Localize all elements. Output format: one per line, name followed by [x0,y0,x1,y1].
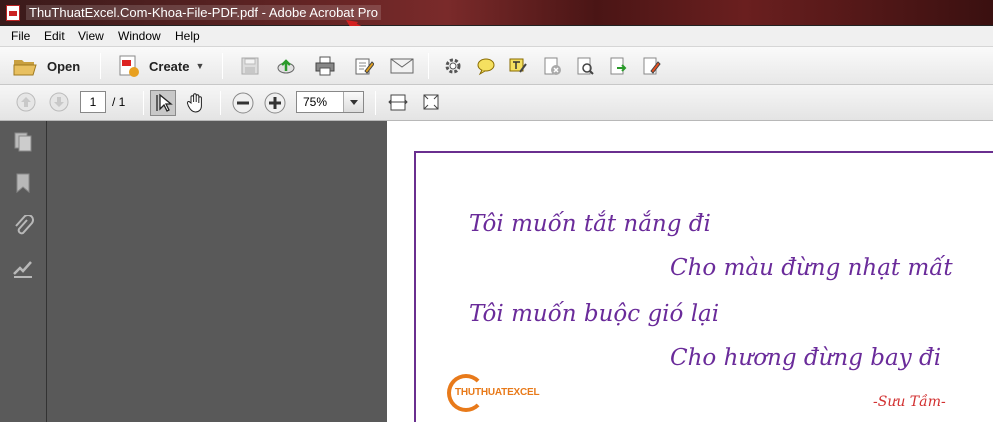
edit-document-icon[interactable] [354,56,374,76]
signatures-icon[interactable] [12,258,34,280]
cloud-upload-icon[interactable] [276,56,296,76]
document-background [47,121,387,422]
document-page[interactable]: Tôi muốn tắt nắng đi Cho màu đừng nhạt m… [387,121,993,422]
thuthuatexcel-logo: THUTHUATEXCEL [447,374,540,414]
create-pdf-icon [119,55,139,77]
menu-window[interactable]: Window [118,29,161,43]
poem-line-4: Cho hương đừng bay đi [670,345,942,371]
toolbar-separator [143,91,144,115]
settings-gear-icon[interactable] [443,56,463,76]
zoom-value: 75% [303,95,328,109]
poem-line-1: Tôi muốn tắt nắng đi [469,211,711,237]
acrobat-window: ThuThuatExcel.Com-Khoa-File-PDF.pdf - Ad… [0,0,993,422]
window-title: ThuThuatExcel.Com-Khoa-File-PDF.pdf - Ad… [26,5,381,20]
next-page-icon[interactable] [49,92,69,112]
toolbar-separator [220,91,221,115]
page-thumbnails-icon[interactable] [12,131,34,153]
zoom-out-icon[interactable] [232,92,254,114]
full-screen-icon[interactable] [421,92,441,112]
create-dropdown-icon: ▼ [195,61,205,71]
toolbar-separator [375,91,376,115]
folder-open-icon [13,60,37,76]
email-icon[interactable] [390,56,414,76]
main-toolbar: Open Create ▼ [0,47,993,85]
remove-document-icon[interactable] [542,56,562,76]
export-document-icon[interactable] [608,56,628,76]
credit-text: -Sưu Tầm- [873,394,946,410]
menu-file[interactable]: File [11,29,30,43]
poem-line-3: Tôi muốn buộc gió lại [469,301,720,327]
create-button[interactable]: Create ▼ [117,54,204,78]
menu-view[interactable]: View [78,29,104,43]
toolbar-separator [222,53,223,79]
create-label: Create [149,58,190,74]
comment-icon[interactable] [476,56,496,76]
sign-document-icon[interactable] [641,56,661,76]
print-icon[interactable] [315,56,335,76]
zoom-level-select[interactable]: 75% [296,91,364,113]
toolbar-separator [428,53,429,79]
zoom-dropdown-icon[interactable] [343,92,363,112]
attachments-paperclip-icon[interactable] [12,215,34,237]
zoom-in-icon[interactable] [264,92,286,114]
fit-page-width-icon[interactable] [388,92,408,112]
menu-bar: File Edit View Window Help [0,26,993,47]
logo-text: THUTHUATEXCEL [455,387,540,398]
current-page-input[interactable]: 1 [80,91,106,113]
open-label: Open [47,58,81,74]
navigation-toolbar: 1 / 1 75% [0,85,993,121]
open-button[interactable]: Open [12,55,80,77]
hand-tool-icon[interactable] [185,92,207,114]
save-icon[interactable] [240,56,260,76]
previous-page-icon[interactable] [16,92,36,112]
navigation-pane [0,121,47,422]
bookmarks-icon[interactable] [12,172,34,194]
pdf-file-icon [6,5,20,21]
search-document-icon[interactable] [575,56,595,76]
select-tool-button[interactable] [150,90,176,116]
menu-help[interactable]: Help [175,29,200,43]
toolbar-separator [100,53,101,79]
highlight-text-icon[interactable] [508,56,528,76]
poem-line-2: Cho màu đừng nhạt mất [670,255,953,281]
menu-edit[interactable]: Edit [44,29,65,43]
page-count: / 1 [112,95,126,109]
title-bar[interactable]: ThuThuatExcel.Com-Khoa-File-PDF.pdf - Ad… [0,0,993,26]
cursor-icon [156,93,173,112]
